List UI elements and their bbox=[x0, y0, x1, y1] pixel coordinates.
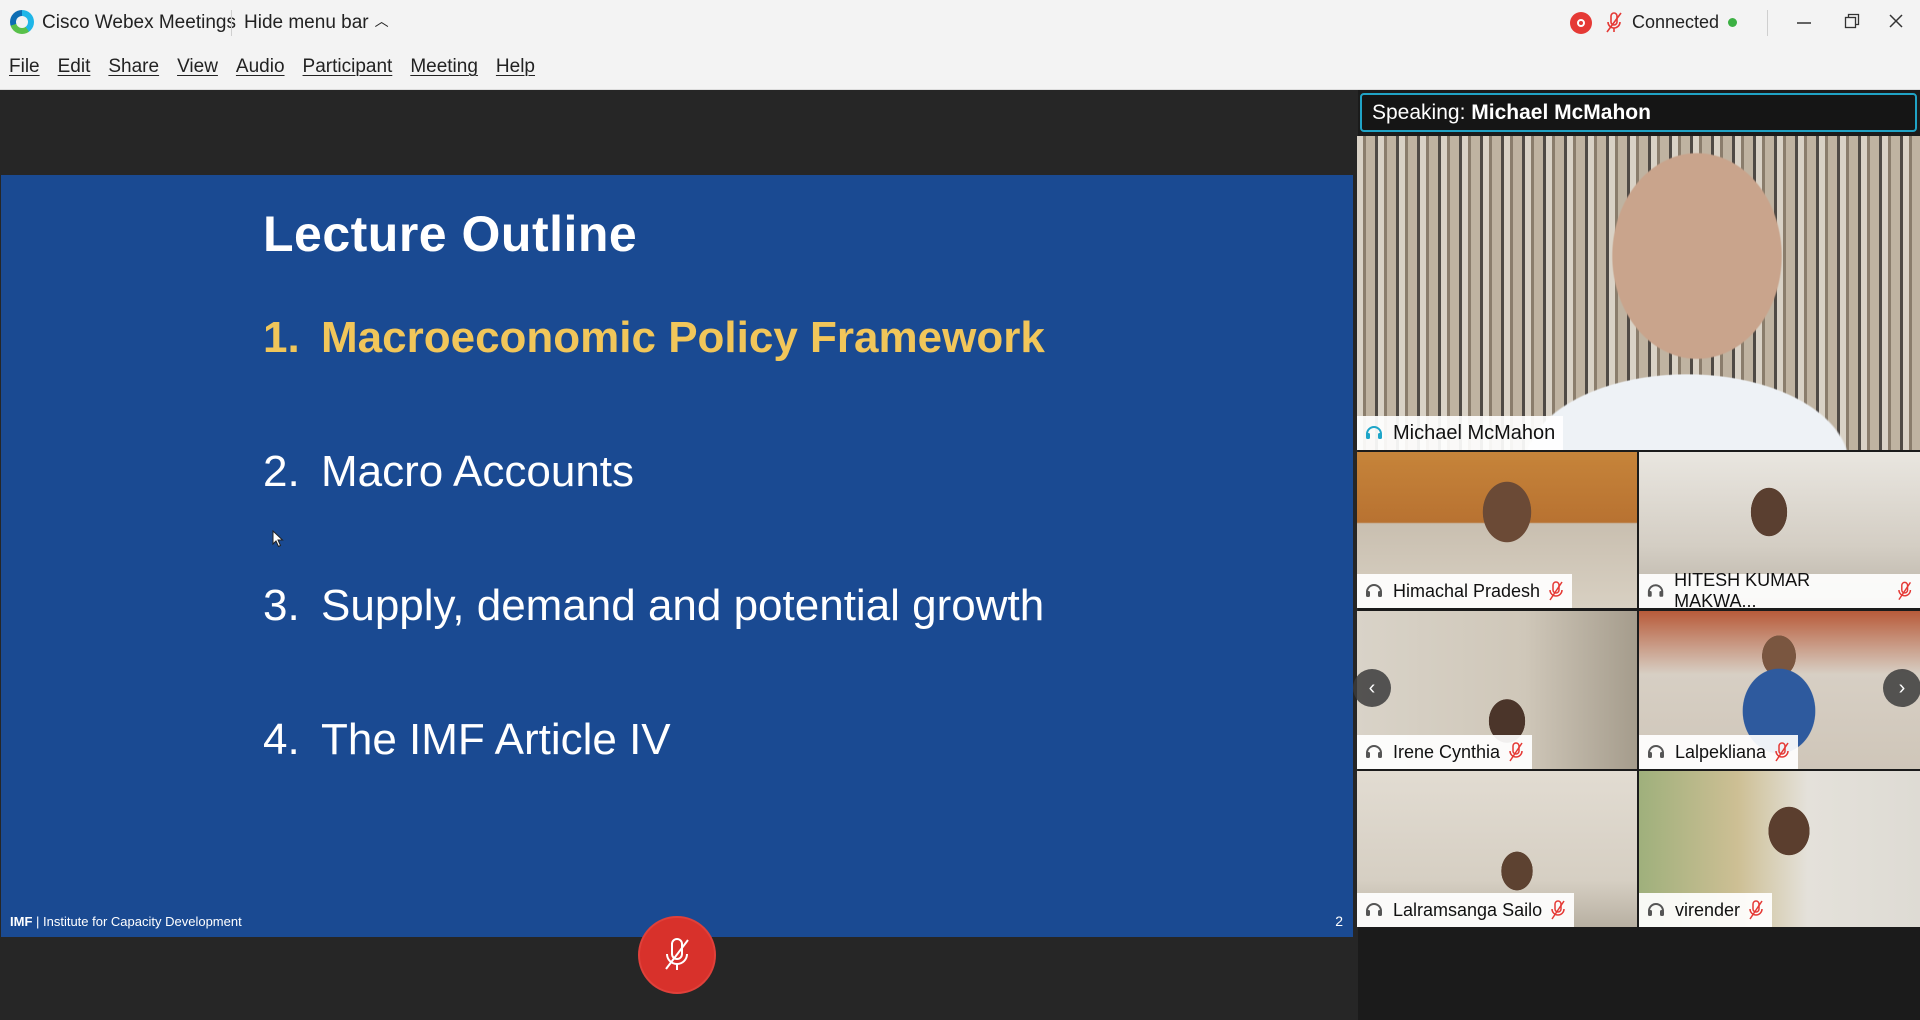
outline-text: Macro Accounts bbox=[321, 447, 635, 496]
chevron-left-icon: ‹ bbox=[1368, 676, 1376, 699]
slide-footer: IMF | Institute for Capacity Development bbox=[10, 914, 242, 929]
close-button[interactable] bbox=[1878, 6, 1914, 36]
restore-icon bbox=[1844, 13, 1860, 29]
participant-name: Lalpekliana bbox=[1675, 741, 1767, 762]
headset-icon bbox=[1647, 584, 1664, 597]
headset-icon bbox=[1366, 426, 1382, 439]
microphone-muted-icon bbox=[665, 938, 689, 970]
webex-logo-icon bbox=[10, 10, 34, 34]
outline-text: Supply, demand and potential growth bbox=[321, 581, 1045, 630]
participant-video[interactable]: Lalramsanga Sailo bbox=[1357, 771, 1637, 927]
recording-icon[interactable] bbox=[1570, 12, 1592, 34]
participant-name-tag: Michael McMahon bbox=[1357, 416, 1564, 450]
hide-menu-bar-button[interactable]: Hide menu bar ︿ bbox=[244, 12, 389, 34]
close-icon bbox=[1889, 14, 1903, 28]
participant-video[interactable]: Himachal Pradesh bbox=[1357, 452, 1637, 608]
participant-name-tag: Irene Cynthia bbox=[1357, 735, 1533, 769]
headset-icon bbox=[1648, 745, 1664, 758]
outline-item: 4. The IMF Article IV bbox=[263, 715, 671, 765]
menu-meeting[interactable]: Meeting bbox=[410, 56, 478, 78]
outline-text: The IMF Article IV bbox=[321, 715, 671, 764]
active-speaker-video[interactable]: Michael McMahon bbox=[1357, 136, 1920, 450]
participant-name-tag: Lalramsanga Sailo bbox=[1357, 893, 1575, 927]
outline-number: 1. bbox=[263, 313, 300, 362]
mouse-cursor-icon bbox=[272, 530, 284, 548]
outline-item: 3. Supply, demand and potential growth bbox=[263, 581, 1044, 631]
speaking-indicator: Speaking: Michael McMahon bbox=[1360, 93, 1917, 132]
participant-name-tag: HITESH KUMAR MAKWA... bbox=[1639, 570, 1920, 608]
menu-audio[interactable]: Audio bbox=[236, 56, 285, 78]
microphone-muted-icon bbox=[1775, 742, 1789, 762]
shared-slide: Lecture Outline 1. Macroeconomic Policy … bbox=[1, 175, 1353, 937]
menu-file[interactable]: File bbox=[9, 56, 40, 78]
participant-name-tag: virender bbox=[1639, 893, 1773, 927]
menu-edit[interactable]: Edit bbox=[58, 56, 91, 78]
participant-name-tag: Himachal Pradesh bbox=[1357, 574, 1573, 608]
microphone-muted-icon bbox=[1509, 742, 1523, 762]
headset-icon bbox=[1366, 903, 1382, 916]
participant-video[interactable]: HITESH KUMAR MAKWA... bbox=[1639, 452, 1920, 608]
video-feed bbox=[1357, 136, 1920, 450]
divider bbox=[231, 10, 232, 36]
participant-name: Michael McMahon bbox=[1393, 421, 1556, 444]
chevron-up-icon: ︿ bbox=[374, 13, 389, 29]
connection-status-dot bbox=[1728, 18, 1737, 27]
slide-page-number: 2 bbox=[1335, 913, 1343, 929]
participant-name-tag: Lalpekliana bbox=[1639, 735, 1799, 769]
microphone-muted-icon[interactable] bbox=[1604, 10, 1624, 36]
restore-button[interactable] bbox=[1834, 6, 1870, 36]
outline-text: Macroeconomic Policy Framework bbox=[321, 313, 1045, 362]
menu-view[interactable]: View bbox=[177, 56, 218, 78]
microphone-muted-icon bbox=[1749, 900, 1763, 920]
slide-title: Lecture Outline bbox=[263, 206, 638, 262]
microphone-muted-icon bbox=[1551, 900, 1565, 920]
microphone-muted-icon bbox=[1897, 581, 1911, 601]
outline-item: 1. Macroeconomic Policy Framework bbox=[263, 313, 1045, 363]
menu-share[interactable]: Share bbox=[108, 56, 159, 78]
app-title: Cisco Webex Meetings bbox=[42, 12, 236, 33]
menu-bar: File Edit Share View Audio Participant M… bbox=[0, 44, 1920, 90]
previous-page-button[interactable]: ‹ bbox=[1353, 669, 1391, 707]
outline-number: 2. bbox=[263, 447, 300, 496]
outline-number: 3. bbox=[263, 581, 300, 630]
microphone-muted-icon bbox=[1549, 581, 1563, 601]
divider bbox=[1767, 10, 1768, 36]
minimize-icon bbox=[1797, 22, 1811, 24]
menu-help[interactable]: Help bbox=[496, 56, 535, 78]
next-page-button[interactable]: › bbox=[1883, 669, 1920, 707]
participant-video[interactable]: virender bbox=[1639, 771, 1920, 927]
participant-name: Irene Cynthia bbox=[1393, 741, 1501, 762]
participant-video[interactable]: Irene Cynthia bbox=[1357, 611, 1637, 769]
menu-participant[interactable]: Participant bbox=[303, 56, 393, 78]
minimize-button[interactable] bbox=[1786, 6, 1822, 36]
participant-name: Lalramsanga Sailo bbox=[1393, 899, 1543, 920]
speaking-label: Speaking: bbox=[1372, 101, 1466, 124]
slide-footer-org: IMF bbox=[10, 914, 33, 929]
content-stage: Lecture Outline 1. Macroeconomic Policy … bbox=[0, 90, 1358, 1020]
outline-number: 4. bbox=[263, 715, 300, 764]
headset-icon bbox=[1648, 903, 1664, 916]
participant-name: HITESH KUMAR MAKWA... bbox=[1674, 570, 1811, 608]
speaking-name: Michael McMahon bbox=[1471, 101, 1651, 124]
headset-icon bbox=[1366, 584, 1382, 597]
participant-name: virender bbox=[1675, 899, 1741, 920]
outline-item: 2. Macro Accounts bbox=[263, 447, 634, 497]
title-bar: Cisco Webex Meetings Hide menu bar ︿ Conn… bbox=[0, 0, 1920, 44]
mute-button[interactable] bbox=[638, 916, 716, 994]
participant-video[interactable]: Lalpekliana bbox=[1639, 611, 1920, 769]
connection-status: Connected bbox=[1632, 12, 1720, 32]
participant-name: Himachal Pradesh bbox=[1393, 580, 1541, 601]
headset-icon bbox=[1366, 745, 1382, 758]
hide-menu-bar-label: Hide menu bar bbox=[244, 12, 369, 33]
chevron-right-icon: › bbox=[1898, 676, 1906, 699]
slide-footer-text: | Institute for Capacity Development bbox=[32, 914, 242, 929]
